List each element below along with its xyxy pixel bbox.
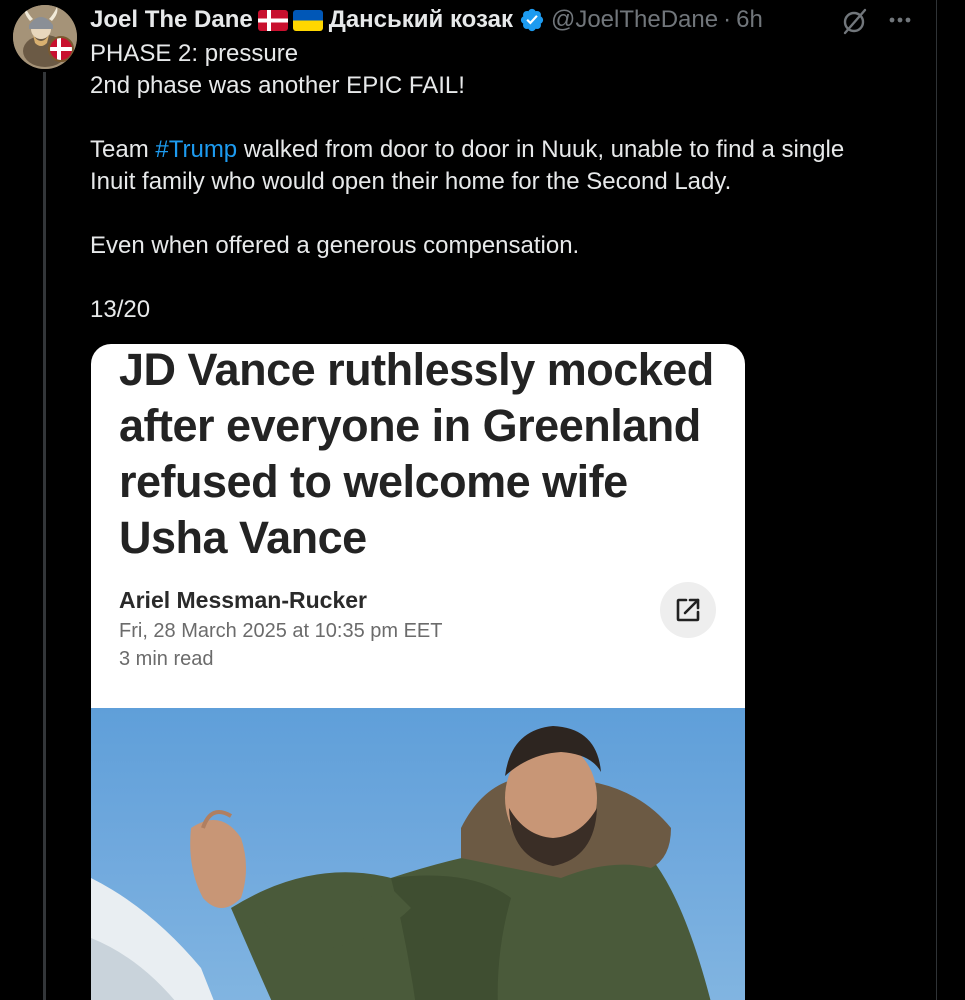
- author-avatar[interactable]: [13, 5, 77, 69]
- tweet-text: PHASE 2: pressure 2nd phase was another …: [90, 38, 910, 326]
- column-border: [936, 0, 937, 1000]
- author-handle[interactable]: @JoelTheDane: [551, 6, 718, 34]
- tweet-text-fragment: Team: [90, 136, 156, 163]
- article-author: Ariel Messman-Rucker: [119, 587, 367, 613]
- ukraine-flag-icon: [292, 9, 323, 31]
- headline-line: refused to welcome wife: [119, 456, 628, 507]
- hashtag-link[interactable]: #Trump: [155, 136, 237, 163]
- tweet-line: Even when offered a generous compensatio…: [90, 232, 580, 259]
- tweet-line: Team #Trump walked from door to door in …: [90, 134, 910, 166]
- tweet-text-fragment: walked from door to door in Nuuk, unable…: [237, 136, 845, 163]
- tweet-page: Joel The Dane Данський козак @JoelTheDan…: [0, 0, 965, 1000]
- article-read-time: 3 min read: [119, 648, 214, 670]
- header-separator: ·: [723, 6, 732, 33]
- thread-counter: 13/20: [90, 296, 151, 323]
- tweet-header: Joel The Dane Данський козак @JoelTheDan…: [90, 4, 763, 36]
- article-headline: JD Vance ruthlessly mocked after everyon…: [119, 344, 719, 566]
- article-photo: [91, 708, 745, 1000]
- thread-connector-line: [43, 72, 46, 1000]
- verified-badge-icon[interactable]: [519, 7, 545, 33]
- headline-line: Usha Vance: [119, 512, 367, 563]
- tweet-line: PHASE 2: pressure: [90, 40, 299, 67]
- external-link-icon: [676, 598, 700, 622]
- article-card[interactable]: JD Vance ruthlessly mocked after everyon…: [91, 344, 745, 1000]
- man-in-parka-image: [91, 726, 711, 1000]
- external-link-button[interactable]: [660, 582, 716, 638]
- article-date: Fri, 28 March 2025 at 10:35 pm EET: [119, 620, 443, 642]
- headline-line: JD Vance ruthlessly mocked: [119, 344, 714, 395]
- headline-line: after everyone in Greenland: [119, 400, 701, 451]
- more-options-icon[interactable]: [885, 6, 915, 34]
- author-cyrillic-name[interactable]: Данський козак: [329, 6, 513, 34]
- grok-icon[interactable]: [840, 6, 870, 36]
- tweet-line: Inuit family who would open their home f…: [90, 168, 732, 195]
- viking-avatar-icon: [13, 5, 77, 69]
- tweet-timestamp[interactable]: 6h: [736, 6, 763, 34]
- denmark-flag-icon: [257, 9, 288, 31]
- tweet-line: 2nd phase was another EPIC FAIL!: [90, 72, 465, 99]
- author-display-name[interactable]: Joel The Dane: [90, 6, 253, 34]
